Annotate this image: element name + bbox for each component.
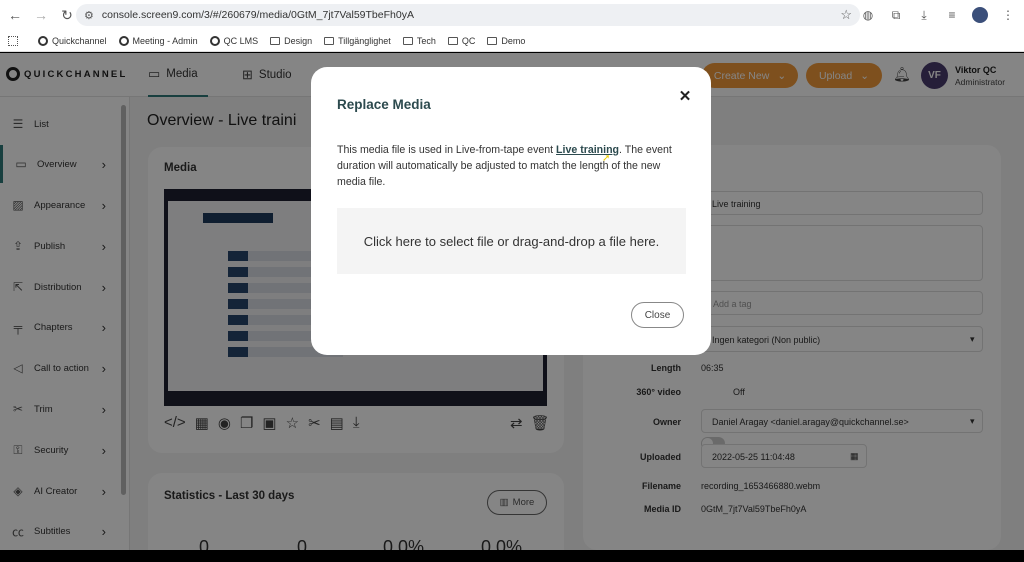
bookmark-folder[interactable]: Tillgänglighet	[324, 36, 391, 46]
folder-icon	[447, 36, 458, 45]
menu-kebab-icon[interactable]: ⋮	[1000, 8, 1016, 22]
quickchannel-favicon	[118, 35, 129, 46]
folder-icon	[270, 36, 281, 45]
apps-grid-icon[interactable]	[8, 35, 22, 46]
extension-icon[interactable]: ◍	[860, 8, 876, 22]
browser-toolbar: ← → ↻ ⚙ console.screen9.com/3/#/260679/m…	[0, 0, 1024, 30]
media-controls-icon[interactable]: ≡	[944, 8, 960, 22]
file-dropzone[interactable]: Click here to select file or drag-and-dr…	[337, 208, 686, 274]
replace-media-dialog: Replace Media ✕ This media file is used …	[311, 67, 711, 355]
dialog-title: Replace Media	[337, 97, 431, 112]
close-button[interactable]: Close	[631, 302, 684, 328]
close-icon[interactable]: ✕	[678, 87, 692, 105]
extensions-puzzle-icon[interactable]: ⧉	[888, 8, 904, 23]
folder-icon	[324, 36, 335, 45]
bookmark-item[interactable]: Quickchannel	[38, 35, 107, 46]
bottom-bar	[0, 550, 1024, 562]
download-icon[interactable]: ⤓	[916, 8, 932, 23]
bookmarks-bar: Quickchannel Meeting - Admin QC LMS Desi…	[0, 30, 1024, 52]
bookmark-folder[interactable]: Demo	[487, 36, 525, 46]
quickchannel-favicon	[38, 35, 48, 46]
address-bar[interactable]: ⚙ console.screen9.com/3/#/260679/media/0…	[76, 4, 860, 26]
profile-avatar[interactable]	[972, 7, 988, 23]
reload-icon[interactable]: ↻	[56, 4, 78, 26]
bookmark-item[interactable]: QC LMS	[209, 35, 258, 46]
bookmark-item[interactable]: Meeting - Admin	[118, 35, 198, 46]
back-icon[interactable]: ←	[4, 4, 26, 26]
url-text: console.screen9.com/3/#/260679/media/0Gt…	[101, 9, 414, 21]
bookmark-folder[interactable]: Tech	[402, 36, 436, 46]
cursor-icon: ➚	[602, 153, 611, 164]
folder-icon	[402, 36, 413, 45]
site-info-icon[interactable]: ⚙	[84, 9, 94, 22]
bookmark-folder[interactable]: QC	[447, 36, 475, 46]
dialog-message: This media file is used in Live-from-tap…	[337, 144, 672, 188]
forward-icon[interactable]: →	[30, 4, 52, 26]
bookmark-folder[interactable]: Design	[270, 36, 312, 46]
folder-icon	[487, 36, 498, 45]
quickchannel-favicon	[209, 35, 220, 46]
bookmark-star-icon[interactable]: ☆	[840, 7, 852, 23]
